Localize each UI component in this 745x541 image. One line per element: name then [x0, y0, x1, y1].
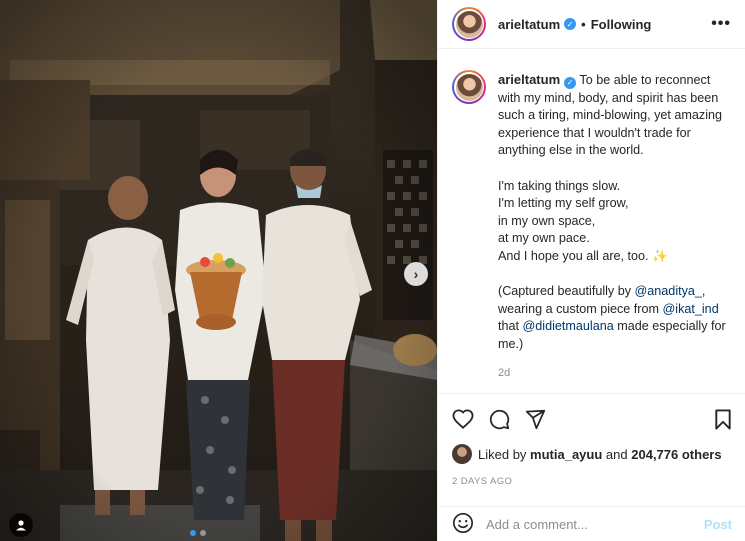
mention-link-ikat-ind[interactable]: @ikat_ind: [663, 302, 719, 316]
likes-and: and: [605, 446, 628, 462]
following-button[interactable]: Following: [591, 17, 652, 32]
post-dialog: › arieltatum ✓ • Following ••• arieltatu…: [0, 0, 745, 541]
verified-badge-icon: ✓: [564, 76, 577, 89]
caption-line: in my own space,: [498, 213, 596, 228]
caption-age[interactable]: 2d: [498, 365, 731, 383]
mention-link-didietmaulana[interactable]: @didietmaulana: [523, 319, 614, 333]
comment-bar: Add a comment... Post: [438, 506, 745, 541]
verified-badge-icon: ✓: [564, 18, 577, 30]
credit-prefix: (Captured beautifully by: [498, 284, 635, 299]
caption-line: at my own pace.: [498, 231, 590, 246]
carousel-next-button[interactable]: ›: [404, 262, 428, 286]
likes-summary: Liked by mutia_ayuu and 204,776 others: [452, 444, 732, 464]
carousel-dot: [200, 530, 206, 536]
liker-username[interactable]: mutia_ayuu: [530, 447, 602, 462]
like-heart-icon[interactable]: [452, 409, 474, 429]
bookmark-save-icon[interactable]: [714, 408, 732, 430]
emoji-smiley-icon[interactable]: [452, 512, 474, 537]
caption-line: I'm letting my self grow,: [498, 196, 629, 211]
credit-mid: that: [498, 319, 523, 334]
caption-block: arieltatum ✓ To be able to reconnect with…: [438, 49, 745, 393]
tagged-users-button[interactable]: [9, 513, 33, 537]
more-options-icon[interactable]: •••: [711, 15, 731, 33]
caption-text: arieltatum ✓ To be able to reconnect with…: [498, 71, 731, 393]
header-separator: •: [581, 16, 586, 32]
caption-avatar[interactable]: [452, 70, 486, 104]
user-icon: [16, 520, 26, 531]
liker-avatar[interactable]: [452, 444, 472, 464]
carousel-dots: [190, 530, 206, 536]
likes-others-link[interactable]: 204,776 others: [631, 447, 721, 462]
sparkles-icon: ✨: [652, 248, 668, 263]
mention-link-anaditya[interactable]: @anaditya_: [635, 284, 702, 298]
caption-line: And I hope you all are, too.: [498, 248, 649, 263]
comment-bubble-icon[interactable]: [489, 409, 510, 430]
action-icons: [452, 406, 732, 432]
header-username[interactable]: arieltatum: [498, 17, 560, 32]
post-timestamp[interactable]: 2 DAYS AGO: [452, 476, 732, 487]
share-send-icon[interactable]: [525, 409, 546, 430]
comment-input[interactable]: Add a comment...: [486, 517, 704, 532]
post-header: arieltatum ✓ • Following •••: [438, 0, 745, 49]
caption-line: I'm taking things slow.: [498, 178, 621, 193]
post-photo[interactable]: ›: [0, 0, 437, 541]
chevron-right-icon: ›: [413, 266, 419, 282]
carousel-dot-active: [190, 530, 196, 536]
post-side-panel: arieltatum ✓ • Following ••• arieltatum ✓…: [437, 0, 745, 541]
post-actions: Liked by mutia_ayuu and 204,776 others 2…: [438, 393, 745, 487]
caption-username[interactable]: arieltatum: [498, 72, 560, 87]
post-comment-button[interactable]: Post: [704, 517, 732, 532]
likes-prefix: Liked by: [478, 446, 527, 462]
photo-image: [0, 0, 437, 541]
avatar[interactable]: [452, 7, 486, 41]
